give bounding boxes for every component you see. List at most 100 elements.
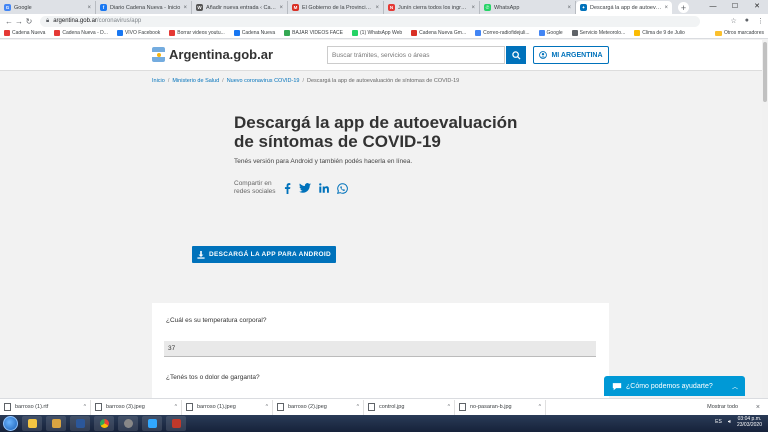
word-icon (75, 419, 85, 428)
browser-tab[interactable]: W Añadir nueva entrada ‹ Cadena N × (192, 1, 288, 14)
bookmark[interactable]: Cadena Nueva - D... (54, 30, 108, 36)
close-tab-icon[interactable]: × (664, 5, 668, 11)
close-tab-icon[interactable]: × (183, 5, 187, 11)
show-all-downloads-link[interactable]: Mostrar todo (707, 404, 738, 410)
breadcrumb-link[interactable]: Inicio (152, 78, 165, 84)
self-assessment-form: ¿Cuál es su temperatura corporal? 37 ¿Te… (152, 303, 609, 398)
close-window-icon[interactable]: ✕ (746, 0, 768, 12)
chevron-up-icon[interactable]: ^ (84, 404, 86, 410)
volume-icon[interactable]: 🔊︎ (728, 419, 731, 425)
tab-label: Descargá la app de autoevaluación (590, 4, 662, 11)
site-logo[interactable]: Argentina.gob.ar (152, 47, 273, 62)
clock-date: 23/03/2020 (736, 422, 762, 428)
bookmark[interactable]: Correo-radiofidejuli... (475, 30, 530, 36)
language-indicator[interactable]: ES (715, 419, 722, 425)
close-tab-icon[interactable]: × (567, 5, 571, 11)
browser-tab[interactable]: f Diario Cadena Nueva - Inicio × (96, 1, 192, 14)
forward-icon[interactable]: → (14, 17, 24, 26)
close-tab-icon[interactable]: × (471, 5, 475, 11)
browser-tab[interactable]: ✆ WhatsApp × (480, 1, 576, 14)
browser-tab[interactable]: M El Gobierno de la Provincia pone × (288, 1, 384, 14)
bookmark[interactable]: Cadena Nueva (4, 30, 45, 36)
browser-tab[interactable]: N Junín cierra todos los ingresos a × (384, 1, 480, 14)
bookmark-icon (475, 30, 482, 36)
taskbar-app[interactable] (166, 416, 186, 431)
bookmark[interactable]: (1) WhatsApp Web (352, 30, 402, 36)
browser-tab-active[interactable]: ✦ Descargá la app de autoevaluación × (576, 1, 672, 14)
whatsapp-share-icon[interactable] (337, 182, 348, 194)
bookmark[interactable]: Servicio Meteorolo... (571, 30, 625, 36)
gmail-icon: M (292, 4, 299, 11)
download-item[interactable]: no-pasaran-b.jpg ^ (455, 399, 546, 415)
bookmark[interactable]: Cadena Nueva (233, 30, 275, 36)
chevron-up-icon[interactable]: ^ (539, 404, 541, 410)
download-item[interactable]: barroso (1).rtf ^ (0, 399, 91, 415)
clock[interactable]: 03:04 p.m. 23/03/2020 (737, 416, 762, 428)
download-android-button[interactable]: DESCARGÁ LA APP PARA ANDROID (192, 246, 336, 263)
profile-icon[interactable]: ● (745, 17, 749, 25)
site-brand: Argentina.gob.ar (169, 47, 274, 62)
taskbar-word[interactable] (70, 416, 90, 431)
taskbar-photoshop[interactable] (142, 416, 162, 431)
temperature-input[interactable]: 37 (164, 341, 596, 357)
tab-label: Junín cierra todos los ingresos a (398, 4, 470, 11)
mi-argentina-label: MI ARGENTINA (551, 51, 603, 59)
reload-icon[interactable]: ↻ (24, 17, 34, 26)
breadcrumb-link[interactable]: Ministerio de Salud (172, 78, 219, 84)
chat-widget[interactable]: ¿Cómo podemos ayudarte? ︿ (604, 376, 745, 396)
other-bookmarks[interactable]: Otros marcadores (714, 30, 764, 36)
download-item[interactable]: barroso (1).jpeg ^ (182, 399, 273, 415)
close-icon[interactable]: × (756, 404, 760, 411)
page-scrollbar[interactable] (762, 40, 768, 398)
file-icon (459, 403, 466, 411)
close-tab-icon[interactable]: × (279, 5, 283, 11)
linkedin-share-icon[interactable] (319, 183, 329, 193)
chat-label: ¿Cómo podemos ayudarte? (626, 382, 713, 390)
close-tab-icon[interactable]: × (375, 5, 379, 11)
download-item[interactable]: barroso (3).jpeg ^ (91, 399, 182, 415)
folder-icon (714, 30, 722, 36)
start-button[interactable] (3, 416, 18, 431)
download-item[interactable]: control.jpg ^ (364, 399, 455, 415)
facebook-share-icon[interactable] (284, 182, 291, 194)
search-input[interactable]: Buscar trámites, servicios o áreas (327, 46, 505, 64)
file-icon (368, 403, 375, 411)
new-tab-button[interactable]: + (678, 2, 689, 13)
download-item[interactable]: barroso (2).jpeg ^ (273, 399, 364, 415)
bookmark[interactable]: VIVO Facebook (116, 30, 160, 36)
taskbar-explorer[interactable] (22, 416, 42, 431)
twitter-share-icon[interactable] (299, 183, 311, 193)
lock-icon[interactable]: 🔒︎ (46, 18, 49, 25)
chevron-up-icon[interactable]: ^ (448, 404, 450, 410)
mi-argentina-button[interactable]: MI ARGENTINA (533, 46, 609, 64)
chevron-up-icon[interactable]: ^ (175, 404, 177, 410)
taskbar-media[interactable] (118, 416, 138, 431)
menu-icon[interactable]: ⋮ (757, 17, 764, 25)
close-tab-icon[interactable]: × (87, 5, 91, 11)
chevron-up-icon[interactable]: ^ (266, 404, 268, 410)
scrollbar-thumb[interactable] (763, 42, 767, 102)
taskbar-chrome[interactable] (94, 416, 114, 431)
star-icon[interactable]: ☆ (730, 17, 736, 25)
url-field[interactable]: 🔒︎ argentina.gob.ar /coronavirus/app (40, 15, 700, 27)
bookmark[interactable]: Borrar videos youtu... (169, 30, 225, 36)
bookmark-icon (538, 30, 545, 36)
bookmark[interactable]: Google (538, 30, 563, 36)
bookmark[interactable]: Clima de 9 de Julio (634, 30, 685, 36)
search-icon (511, 50, 521, 60)
search-button[interactable] (506, 46, 526, 64)
browser-tab[interactable]: G Google × (0, 1, 96, 14)
maximize-icon[interactable]: ☐ (724, 0, 746, 12)
whatsapp-icon: ✆ (484, 4, 491, 11)
bookmark[interactable]: BAJAR VIDEOS FACE (284, 30, 343, 36)
breadcrumb-link[interactable]: Nuevo coronavirus COVID-19 (227, 78, 300, 84)
back-icon[interactable]: ← (4, 17, 14, 26)
bookmark-icon (571, 30, 578, 36)
bookmark-icon (634, 30, 641, 36)
bookmark[interactable]: Cadena Nueva Gm... (411, 30, 466, 36)
system-tray: ES 🔊︎ 03:04 p.m. 23/03/2020 (715, 416, 762, 428)
chevron-up-icon[interactable]: ^ (357, 404, 359, 410)
minimize-icon[interactable]: — (702, 0, 724, 12)
media-icon (123, 419, 133, 428)
taskbar-files[interactable] (46, 416, 66, 431)
